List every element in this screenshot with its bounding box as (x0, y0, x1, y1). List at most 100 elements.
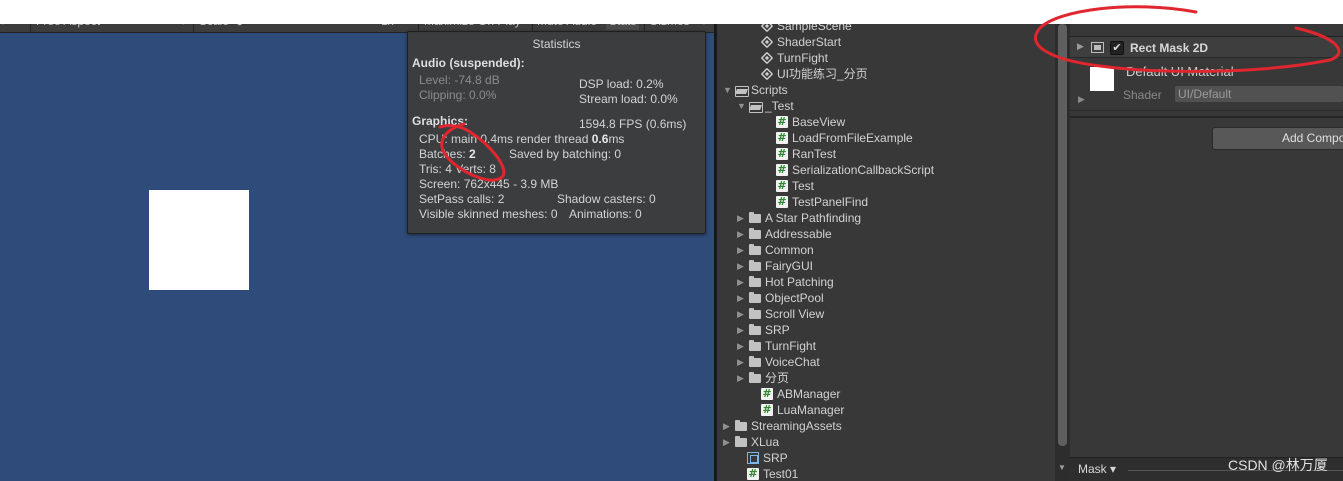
tree-item-label: StreamingAssets (751, 419, 842, 433)
component-header[interactable]: ▶ ✔ Rect Mask 2D (1070, 36, 1343, 58)
tree-item-label: XLua (751, 435, 780, 449)
tree-item[interactable]: Test01 (747, 466, 798, 481)
folder-icon (749, 340, 761, 352)
script-icon (776, 130, 788, 146)
tree-item-label: Scroll View (765, 307, 825, 321)
folder-icon (749, 212, 761, 224)
scene-icon (760, 24, 774, 33)
tree-item-label: Test01 (763, 467, 799, 481)
mask-dropdown[interactable]: Mask ▾ (1078, 462, 1116, 476)
tree-item[interactable]: ▶ 分页 (737, 370, 789, 386)
tree-item[interactable]: ▼ _Test (737, 98, 794, 114)
project-scrollbar[interactable]: ▼ (1055, 24, 1070, 481)
tree-item[interactable]: TurnFight (760, 50, 828, 66)
tree-item-label: _Test (765, 99, 794, 113)
foldout-arrow-icon[interactable]: ▶ (1077, 41, 1084, 52)
collapsed-arrow-icon[interactable]: ▶ (737, 274, 749, 290)
rect-mask-icon (1091, 42, 1104, 53)
collapsed-arrow-icon[interactable]: ▶ (723, 418, 735, 434)
scene-icon (760, 35, 774, 49)
cube-icon (747, 452, 759, 464)
tree-item-label: ObjectPool (765, 291, 824, 305)
stats-title: Statistics (532, 37, 581, 51)
tree-item[interactable]: ▶ XLua (723, 434, 779, 450)
tree-item-label: LoadFromFileExample (792, 131, 913, 145)
folder-icon (749, 292, 761, 304)
folder-icon (749, 324, 761, 336)
tree-item[interactable]: ▶ StreamingAssets (723, 418, 842, 434)
tree-item[interactable]: ▶ VoiceChat (737, 354, 820, 370)
script-icon (776, 162, 788, 178)
tree-item[interactable]: TestPanelFind (776, 194, 868, 210)
saved-by-batching: Saved by batching: 0 (509, 147, 622, 161)
tree-item-label: SRP (763, 451, 788, 465)
tree-item[interactable]: ▶ Addressable (737, 226, 832, 242)
component-enabled-checkbox[interactable]: ✔ (1110, 41, 1124, 55)
tree-item[interactable]: RanTest (776, 146, 836, 162)
tree-item-label: Test (792, 179, 815, 193)
script-icon (776, 146, 788, 162)
shader-dropdown[interactable]: UI/Default (1175, 86, 1343, 102)
expanded-arrow-icon[interactable]: ▼ (737, 98, 749, 114)
shadow-casters: Shadow casters: 0 (557, 192, 656, 206)
tree-item[interactable]: ▶ SRP (737, 322, 790, 338)
tree-item[interactable]: ▶ A Star Pathfinding (737, 210, 861, 226)
tree-item[interactable]: ABManager (761, 386, 840, 402)
script-icon (761, 402, 773, 418)
add-component-button[interactable]: Add Component (1212, 127, 1343, 150)
tree-item[interactable]: ▶ Scroll View (737, 306, 824, 322)
collapsed-arrow-icon[interactable]: ▶ (737, 210, 749, 226)
script-icon (776, 194, 788, 210)
scroll-down-icon[interactable]: ▼ (1058, 463, 1066, 472)
tree-item[interactable]: ▼ Scripts (723, 82, 788, 98)
material-foldout-icon[interactable]: ▶ (1078, 94, 1085, 105)
tree-item[interactable]: ▶ ObjectPool (737, 290, 824, 306)
tree-item[interactable]: BaseView (776, 114, 845, 130)
tree-item[interactable]: ShaderStart (760, 34, 841, 50)
tree-item-label: UI功能练习_分页 (777, 67, 868, 81)
tree-item-label: Addressable (765, 227, 832, 241)
collapsed-arrow-icon[interactable]: ▶ (737, 322, 749, 338)
collapsed-arrow-icon[interactable]: ▶ (737, 226, 749, 242)
collapsed-arrow-icon[interactable]: ▶ (737, 258, 749, 274)
tree-item[interactable]: SerializationCallbackScript (776, 162, 934, 178)
tree-item[interactable]: Test (776, 178, 814, 194)
tree-item[interactable]: UI功能练习_分页 (760, 66, 868, 82)
tree-item[interactable]: ▶ Hot Patching (737, 274, 834, 290)
tree-item-label: FairyGUI (765, 259, 813, 273)
collapsed-arrow-icon[interactable]: ▶ (737, 370, 749, 386)
tree-item[interactable]: LuaManager (761, 402, 844, 418)
folder-icon (749, 276, 761, 288)
folder-icon (749, 244, 761, 256)
tree-item[interactable]: ▶ Common (737, 242, 814, 258)
collapsed-arrow-icon[interactable]: ▶ (723, 434, 735, 450)
tree-item-label: 分页 (765, 371, 790, 385)
collapsed-arrow-icon[interactable]: ▶ (737, 338, 749, 354)
tree-item[interactable]: SampleScene (760, 24, 852, 34)
dsp-load: DSP load: 0.2% (579, 77, 664, 91)
collapsed-arrow-icon[interactable]: ▶ (737, 354, 749, 370)
batches-readout: Batches: 2 (419, 147, 476, 161)
scrollbar-thumb[interactable] (1058, 24, 1067, 446)
tree-item-label: VoiceChat (765, 355, 820, 369)
folder-open-icon (749, 100, 763, 113)
scene-icon (760, 51, 774, 65)
setpass-calls: SetPass calls: 2 (419, 192, 505, 206)
tree-item[interactable]: ▶ FairyGUI (737, 258, 813, 274)
script-icon (776, 114, 788, 130)
tree-item-label: A Star Pathfinding (765, 211, 862, 225)
collapsed-arrow-icon[interactable]: ▶ (737, 306, 749, 322)
collapsed-arrow-icon[interactable]: ▶ (737, 242, 749, 258)
divider (1070, 116, 1343, 118)
script-icon (761, 386, 773, 402)
tree-item[interactable]: ▶ TurnFight (737, 338, 816, 354)
expanded-arrow-icon[interactable]: ▼ (723, 82, 735, 98)
tree-item[interactable]: SRP (747, 450, 788, 466)
animations: Animations: 0 (569, 207, 642, 221)
material-preview (1090, 67, 1114, 91)
tree-item-label: SerializationCallbackScript (792, 163, 935, 177)
audio-level: Level: -74.8 dB (419, 73, 500, 87)
collapsed-arrow-icon[interactable]: ▶ (737, 290, 749, 306)
tree-item[interactable]: LoadFromFileExample (776, 130, 913, 146)
folder-icon (749, 308, 761, 320)
